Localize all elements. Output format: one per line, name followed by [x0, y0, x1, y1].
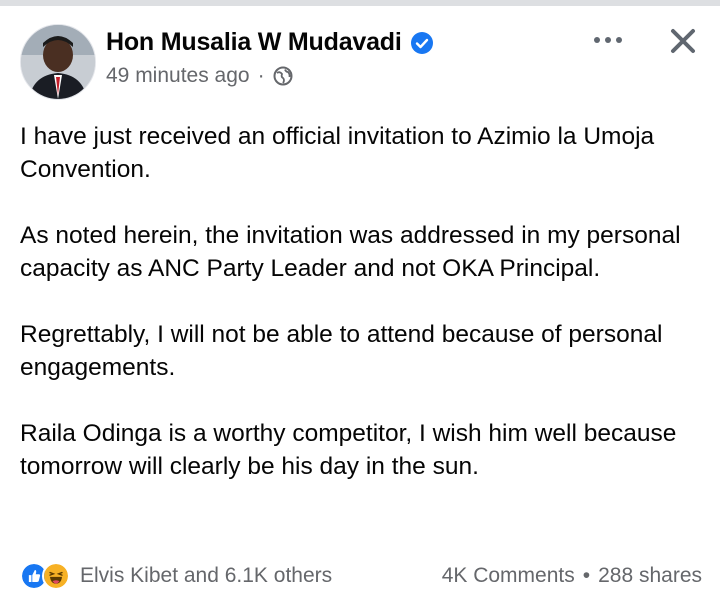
avatar-image [21, 25, 95, 99]
post-paragraph: Raila Odinga is a worthy competitor, I w… [20, 420, 677, 480]
close-icon [671, 29, 695, 53]
author-name[interactable]: Hon Musalia W Mudavadi [106, 28, 402, 57]
stats-separator: • [582, 564, 591, 587]
reactions-summary[interactable]: Elvis Kibet and 6.1K others [20, 562, 332, 590]
reaction-icons [20, 562, 70, 590]
post-text: I have just received an official invitat… [20, 120, 700, 516]
meta-separator: · [257, 64, 265, 87]
shares-count[interactable]: 288 shares [598, 564, 702, 588]
post-paragraph: I have just received an official invitat… [20, 123, 655, 183]
reactions-text[interactable]: Elvis Kibet and 6.1K others [80, 564, 332, 588]
post-footer: Elvis Kibet and 6.1K others 4K Comments … [20, 561, 702, 591]
post-paragraph: As noted herein, the invitation was addr… [20, 222, 681, 282]
post-paragraph: Regrettably, I will not be able to atten… [20, 321, 663, 381]
comments-count[interactable]: 4K Comments [442, 564, 575, 588]
more-options-button[interactable] [585, 22, 631, 58]
post-timestamp[interactable]: 49 minutes ago [106, 64, 250, 88]
engagement-stats: 4K Comments • 288 shares [442, 564, 702, 588]
top-divider [0, 0, 720, 6]
verified-badge-icon [410, 31, 433, 54]
globe-icon[interactable] [273, 66, 293, 86]
close-button[interactable] [660, 18, 706, 64]
more-options-icon [594, 37, 622, 43]
haha-reaction-icon [42, 562, 70, 590]
avatar[interactable] [20, 24, 96, 100]
